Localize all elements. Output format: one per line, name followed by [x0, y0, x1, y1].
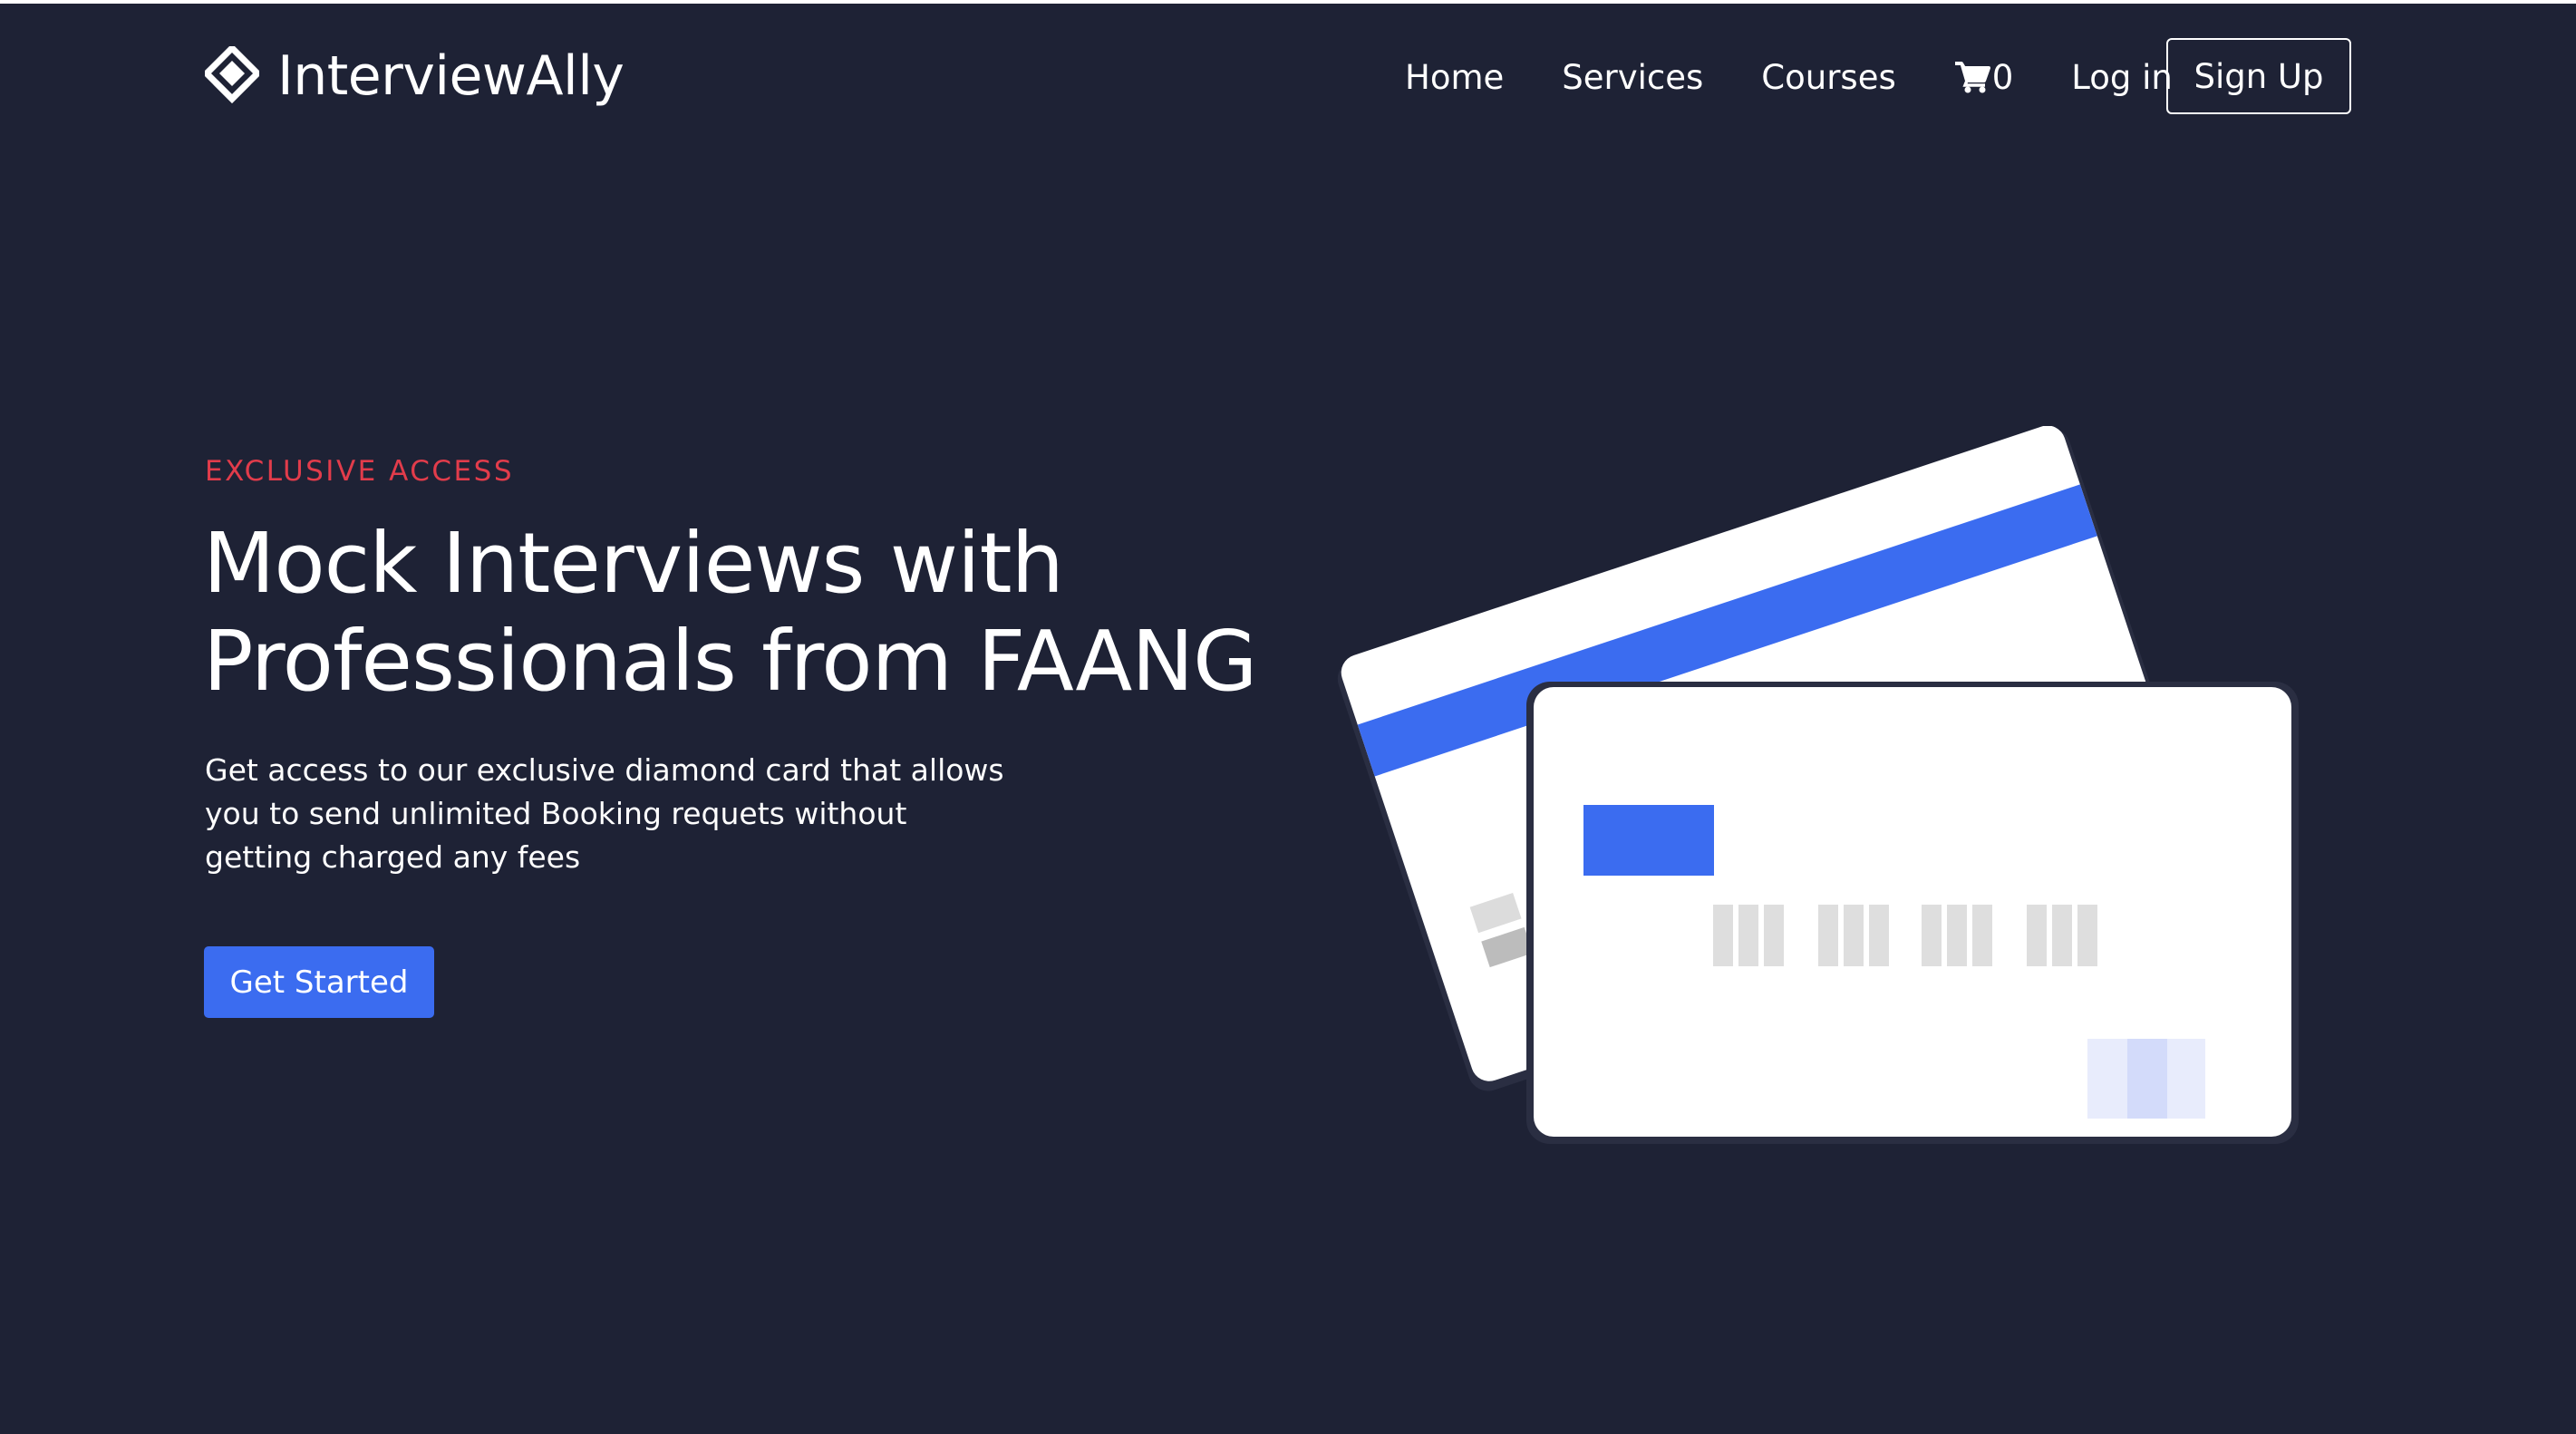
- navbar: InterviewAlly Home Services Courses 0 Lo…: [0, 0, 2576, 154]
- brand-link[interactable]: InterviewAlly: [205, 40, 625, 112]
- brand-name: InterviewAlly: [277, 44, 625, 108]
- credit-cards-illustration: [1337, 426, 2299, 1144]
- hero-title: Mock Interviews with Professionals from …: [203, 515, 1257, 710]
- shopping-cart-icon: [1954, 62, 1990, 93]
- nav-link-courses[interactable]: Courses: [1761, 58, 1895, 97]
- logo-icon: [205, 46, 259, 103]
- login-link[interactable]: Log in: [2071, 58, 2173, 97]
- nav-links: Home Services Courses 0 Log in: [1405, 45, 2231, 109]
- hero-description: Get access to our exclusive diamond card…: [205, 752, 1004, 875]
- cart-count: 0: [1991, 57, 2014, 97]
- front-card: [1526, 682, 2299, 1144]
- cart-link[interactable]: 0: [1954, 57, 2014, 97]
- signup-button[interactable]: Sign Up: [2166, 38, 2351, 114]
- card-logo-mark: [2087, 1039, 2205, 1119]
- nav-link-services[interactable]: Services: [1562, 58, 1703, 97]
- get-started-button[interactable]: Get Started: [204, 946, 434, 1018]
- hero-eyebrow: EXCLUSIVE ACCESS: [205, 455, 514, 488]
- nav-link-home[interactable]: Home: [1405, 58, 1504, 97]
- card-chip: [1583, 805, 1714, 876]
